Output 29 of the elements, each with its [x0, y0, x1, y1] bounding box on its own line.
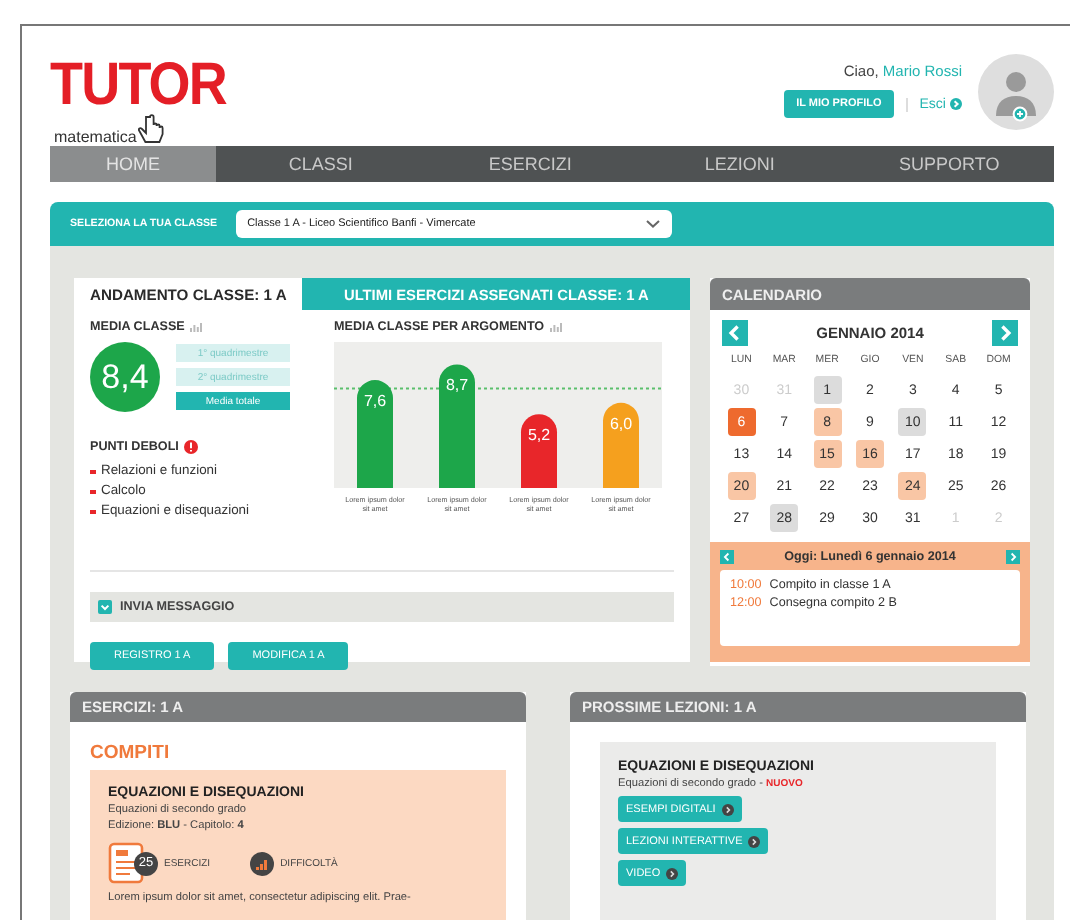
avatar-icon[interactable] [978, 54, 1054, 130]
nav-tab[interactable]: ESERCIZI [425, 146, 635, 182]
alert-icon [184, 440, 199, 454]
bar-chart-icon[interactable] [190, 322, 203, 332]
arrow-circle-icon[interactable] [721, 803, 734, 815]
chart-bar [603, 402, 639, 488]
arrow-circle-icon[interactable] [748, 835, 761, 847]
average-score: 8,4 [90, 342, 160, 412]
chevron-down-icon[interactable] [98, 600, 112, 614]
bar-value-label: 7,6 [363, 392, 387, 411]
hand-cursor-icon [138, 114, 167, 146]
chevron-down-icon[interactable] [645, 220, 660, 228]
section-heading: COMPITI [90, 742, 172, 764]
chart-bar [357, 380, 393, 488]
logo-title: TUTOR [50, 58, 226, 114]
nav-tab[interactable]: SUPPORTO [844, 146, 1054, 182]
bar-value-label: 8,7 [445, 376, 469, 395]
difficulty-icon [250, 851, 275, 875]
bar-value-label: 5,2 [527, 426, 551, 445]
nav-tab[interactable]: CLASSI [216, 146, 426, 182]
chart-bar [439, 364, 475, 488]
bar-chart-icon[interactable] [550, 322, 563, 332]
arrow-circle-icon[interactable] [666, 867, 679, 879]
next-arrow-icon[interactable] [1005, 550, 1020, 564]
chart-bar [521, 414, 557, 488]
nav-tab[interactable]: LEZIONI [635, 146, 845, 182]
logo-subtitle: matematica [54, 128, 137, 146]
bar-value-label: 6,0 [609, 414, 633, 433]
previous-arrow-icon[interactable] [720, 550, 734, 564]
